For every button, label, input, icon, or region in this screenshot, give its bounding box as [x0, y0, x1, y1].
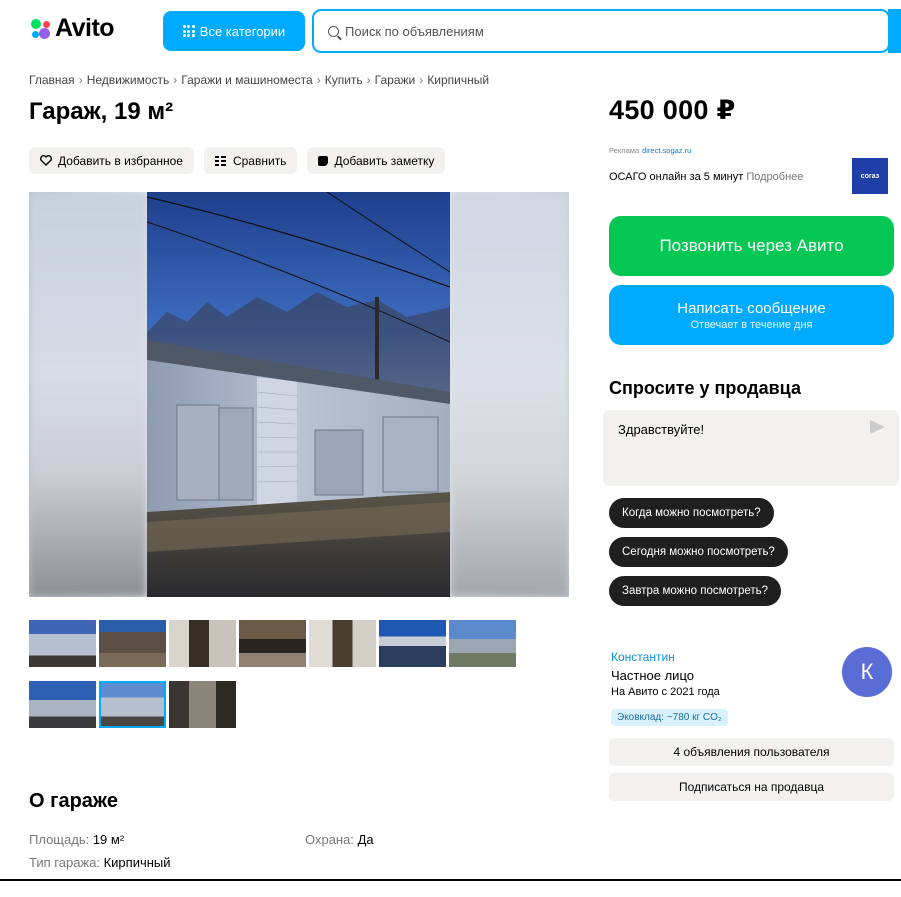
- ask-seller-input[interactable]: Здравствуйте!: [618, 422, 858, 472]
- breadcrumb: Главная › Недвижимость › Гаражи и машиноме…: [29, 73, 489, 87]
- about-title: О гараже: [29, 790, 118, 812]
- message-button[interactable]: Написать сообщение Отвечает в течение дн…: [609, 285, 894, 345]
- seller-type: Частное лицо: [611, 668, 694, 683]
- param-security: Охрана: Да: [305, 832, 374, 847]
- send-icon[interactable]: [870, 420, 885, 434]
- compare-label: Сравнить: [232, 153, 287, 168]
- ad-text[interactable]: ОСАГО онлайн за 5 минут Подробнее: [609, 171, 803, 183]
- search-input[interactable]: [345, 23, 845, 39]
- ask-seller-title: Спросите у продавца: [609, 378, 801, 398]
- thumbnail[interactable]: [309, 620, 376, 667]
- param-type-value: Кирпичный: [103, 855, 171, 870]
- compare-icon: [214, 156, 226, 166]
- message-button-sub: Отвечает в течение дня: [690, 318, 813, 331]
- thumbnail[interactable]: [29, 620, 96, 667]
- param-area-key: Площадь: [29, 832, 86, 847]
- all-categories-button[interactable]: Все категории: [163, 11, 305, 51]
- thumbnail[interactable]: [379, 620, 446, 667]
- divider: [0, 879, 901, 881]
- add-note-label: Добавить заметку: [334, 153, 435, 168]
- breadcrumb-item-buy[interactable]: Купить: [325, 73, 363, 87]
- call-button[interactable]: Позвонить через Авито: [609, 216, 894, 276]
- avito-logo[interactable]: Avito: [30, 14, 115, 43]
- sogaz-logo[interactable]: согаз: [852, 158, 888, 194]
- thumbnail[interactable]: [239, 620, 306, 667]
- subscribe-button[interactable]: Подписаться на продавца: [609, 773, 894, 801]
- add-to-favorites-button[interactable]: Добавить в избранное: [29, 147, 194, 174]
- all-categories-label: Все категории: [199, 23, 286, 39]
- message-button-label: Написать сообщение: [677, 299, 826, 317]
- quick-question-today[interactable]: Сегодня можно посмотреть?: [609, 537, 788, 567]
- chevron-right-icon: ›: [173, 73, 178, 87]
- ad-marker: Реклама: [609, 146, 640, 155]
- note-icon: [318, 155, 329, 166]
- avito-logo-icon: [30, 18, 52, 40]
- thumbnail-active[interactable]: [99, 681, 166, 728]
- chevron-right-icon: ›: [78, 73, 83, 87]
- param-garage-type: Тип гаража: Кирпичный: [29, 855, 171, 870]
- ad-label: Реклама direct.sogaz.ru: [609, 146, 691, 155]
- breadcrumb-item-garages[interactable]: Гаражи: [375, 73, 416, 87]
- price: 450 000 ₽: [609, 95, 736, 125]
- search-icon: [328, 25, 339, 37]
- ad-more-link[interactable]: Подробнее: [746, 171, 803, 183]
- ask-seller-box: Здравствуйте!: [603, 410, 899, 486]
- gallery-blur-right: [450, 192, 569, 597]
- thumbnail[interactable]: [99, 620, 166, 667]
- param-type-key: Тип гаража: [29, 855, 97, 870]
- heart-icon: [40, 155, 52, 166]
- quick-question-tomorrow[interactable]: Завтра можно посмотреть?: [609, 576, 782, 606]
- ad-headline: ОСАГО онлайн за 5 минут: [609, 171, 744, 183]
- param-security-key: Охрана: [305, 832, 351, 847]
- breadcrumb-item-brick[interactable]: Кирпичный: [427, 73, 489, 87]
- compare-button[interactable]: Сравнить: [203, 147, 298, 174]
- gallery-blur-left: [29, 192, 147, 597]
- add-to-favorites-label: Добавить в избранное: [58, 153, 183, 168]
- seller-name[interactable]: Константин: [611, 650, 675, 664]
- thumbnail-strip: [29, 620, 519, 728]
- ad-domain[interactable]: direct.sogaz.ru: [642, 146, 691, 155]
- seller-since: На Авито с 2021 года: [611, 686, 720, 698]
- thumbnail[interactable]: [169, 681, 236, 728]
- search-submit-button[interactable]: [888, 9, 901, 53]
- garage-photo[interactable]: [147, 192, 450, 597]
- listing-actions: Добавить в избранное Сравнить Добавить з…: [29, 147, 446, 174]
- grid-icon: [182, 25, 195, 37]
- param-area-value: 19 м²: [92, 832, 125, 847]
- thumbnail[interactable]: [29, 681, 96, 728]
- thumbnail[interactable]: [449, 620, 516, 667]
- logo-text: Avito: [55, 14, 115, 42]
- page-title: Гараж, 19 м²: [29, 98, 174, 125]
- eco-badge[interactable]: Эковклад: ~780 кг CO₂: [611, 709, 728, 726]
- search-bar[interactable]: [312, 9, 890, 53]
- chevron-right-icon: ›: [419, 73, 424, 87]
- photo-gallery[interactable]: [29, 192, 569, 597]
- param-security-value: Да: [357, 832, 374, 847]
- seller-listings-button[interactable]: 4 объявления пользователя: [609, 738, 894, 766]
- chevron-right-icon: ›: [316, 73, 321, 87]
- param-area: Площадь: 19 м²: [29, 832, 124, 847]
- param-colon: :: [85, 832, 93, 847]
- add-note-button[interactable]: Добавить заметку: [307, 147, 446, 174]
- thumbnail[interactable]: [169, 620, 236, 667]
- chevron-right-icon: ›: [366, 73, 371, 87]
- breadcrumb-item-realty[interactable]: Недвижимость: [87, 73, 170, 87]
- avatar[interactable]: К: [842, 647, 892, 697]
- quick-question-when[interactable]: Когда можно посмотреть?: [609, 498, 774, 528]
- breadcrumb-item-garages-parking[interactable]: Гаражи и машиноместа: [181, 73, 312, 87]
- param-colon: :: [350, 832, 358, 847]
- param-colon: :: [96, 855, 104, 870]
- breadcrumb-item-home[interactable]: Главная: [29, 73, 75, 87]
